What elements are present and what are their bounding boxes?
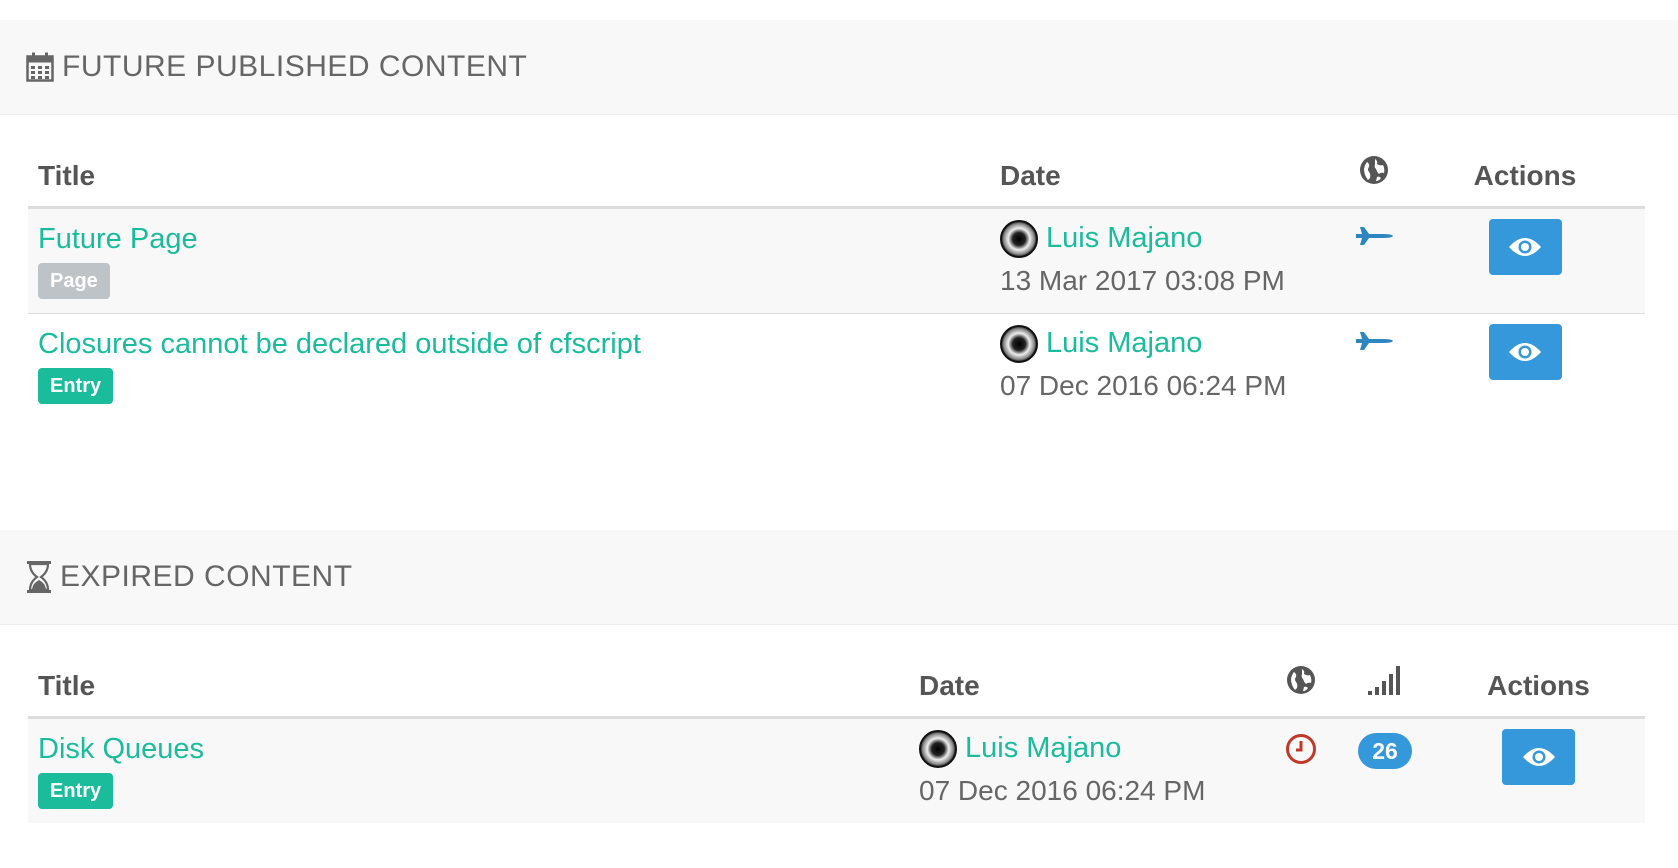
panel-title: FUTURE PUBLISHED CONTENT <box>26 50 527 84</box>
expired-content-table: Title Date Actions Disk Queues Entry Lui… <box>28 625 1645 823</box>
author-link[interactable]: Luis Majano <box>1046 327 1202 360</box>
panel-heading: EXPIRED CONTENT <box>0 530 1678 625</box>
table-row: Future Page Page Luis Majano 13 Mar 2017… <box>28 207 1645 313</box>
globe-icon <box>1286 665 1316 701</box>
future-content-table: Title Date Actions Future Page Page Luis… <box>28 115 1645 418</box>
hits-badge: 26 <box>1358 732 1412 769</box>
content-type-badge: Page <box>38 262 110 299</box>
content-title-link[interactable]: Future Page <box>38 219 980 259</box>
author-link[interactable]: Luis Majano <box>965 732 1121 765</box>
avatar <box>919 729 957 768</box>
table-row: Disk Queues Entry Luis Majano 07 Dec 201… <box>28 717 1645 823</box>
view-button[interactable] <box>1488 323 1562 380</box>
avatar <box>1000 219 1038 258</box>
author-link[interactable]: Luis Majano <box>1046 222 1202 255</box>
avatar <box>1000 324 1038 363</box>
expired-content-panel: EXPIRED CONTENT Title Date Actions Disk … <box>0 530 1678 823</box>
eye-icon <box>1509 237 1541 256</box>
content-type-badge: Entry <box>38 367 114 404</box>
content-type-badge: Entry <box>38 772 114 809</box>
column-header-title[interactable]: Title <box>28 625 909 719</box>
column-header-published <box>1264 625 1338 719</box>
panel-body: Title Date Actions Future Page Page Luis… <box>0 115 1678 418</box>
table-row: Closures cannot be declared outside of c… <box>28 312 1645 418</box>
publish-date: 07 Dec 2016 06:24 PM <box>919 774 1206 806</box>
panel-title-text: FUTURE PUBLISHED CONTENT <box>62 50 528 83</box>
clock-icon <box>1285 733 1317 771</box>
content-title-link[interactable]: Disk Queues <box>38 729 899 769</box>
signal-icon <box>1367 665 1403 701</box>
column-header-date[interactable]: Date <box>909 625 1264 719</box>
panel-body: Title Date Actions Disk Queues Entry Lui… <box>0 625 1678 823</box>
view-button[interactable] <box>1488 218 1562 275</box>
publish-date: 13 Mar 2017 03:08 PM <box>1000 264 1285 296</box>
calendar-icon <box>26 52 54 82</box>
plane-icon <box>1354 224 1394 255</box>
panel-heading: FUTURE PUBLISHED CONTENT <box>0 20 1678 115</box>
column-header-title[interactable]: Title <box>28 115 990 209</box>
column-header-hits <box>1338 625 1432 719</box>
column-header-published <box>1343 115 1405 209</box>
view-button[interactable] <box>1502 728 1575 785</box>
publish-date: 07 Dec 2016 06:24 PM <box>1000 369 1287 401</box>
column-header-actions: Actions <box>1405 115 1645 209</box>
hourglass-icon <box>26 560 52 594</box>
globe-icon <box>1359 155 1389 191</box>
panel-title-text: EXPIRED CONTENT <box>60 560 353 593</box>
future-published-panel: FUTURE PUBLISHED CONTENT Title Date Acti… <box>0 20 1678 418</box>
column-header-actions: Actions <box>1432 625 1645 719</box>
content-title-link[interactable]: Closures cannot be declared outside of c… <box>38 324 980 364</box>
eye-icon <box>1509 342 1541 361</box>
panel-title: EXPIRED CONTENT <box>26 560 353 594</box>
eye-icon <box>1522 747 1555 766</box>
column-header-date[interactable]: Date <box>990 115 1343 209</box>
plane-icon <box>1354 329 1394 360</box>
